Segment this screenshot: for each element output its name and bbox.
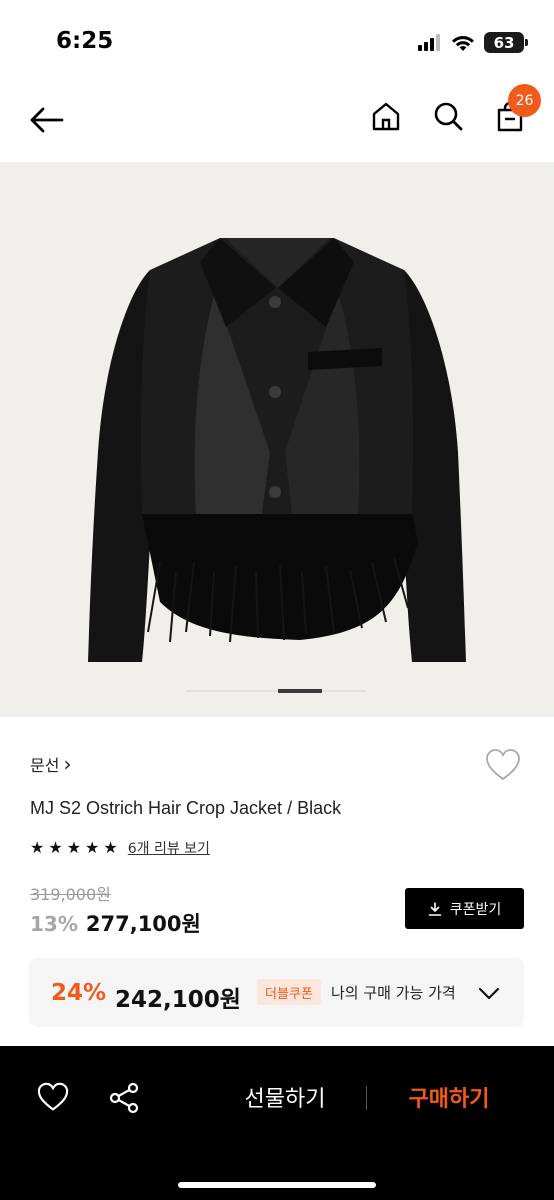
image-pagination-track xyxy=(186,690,366,692)
jacket-image xyxy=(88,238,466,662)
buy-button[interactable]: 구매하기 xyxy=(384,1082,514,1112)
star-icon: ★ xyxy=(103,838,118,857)
star-icon: ★ xyxy=(66,838,82,857)
coupon-button-label: 쿠폰받기 xyxy=(449,901,502,918)
review-link[interactable]: 6개 리뷰 보기 xyxy=(128,838,210,858)
coupon-price: 242,100원 xyxy=(115,987,241,1013)
brand-link[interactable]: 문선 › xyxy=(30,752,71,776)
wifi-icon xyxy=(452,35,474,51)
product-image[interactable] xyxy=(0,162,554,717)
wishlist-button[interactable] xyxy=(484,748,522,786)
signal-icon xyxy=(418,34,440,51)
chevron-down-icon xyxy=(478,987,500,1000)
cart-count-badge: 26 xyxy=(508,84,541,117)
bottom-action-bar: 선물하기 구매하기 xyxy=(0,1046,554,1200)
star-icon: ★ xyxy=(85,838,100,857)
battery-level: 63 xyxy=(493,33,515,52)
status-time: 6:25 xyxy=(56,28,114,54)
price-row: 13% 277,100원 xyxy=(30,908,201,938)
purchase-price-label: 나의 구매 가능 가격 xyxy=(331,984,456,1002)
home-icon xyxy=(372,102,400,131)
chevron-right-icon: › xyxy=(63,752,72,776)
star-icon: ★ xyxy=(30,838,45,857)
star-icon: ★ xyxy=(48,838,63,857)
share-icon xyxy=(109,1082,139,1114)
bottom-wishlist-button[interactable] xyxy=(36,1082,70,1116)
gift-button[interactable]: 선물하기 xyxy=(220,1082,350,1112)
coupon-discount-rate: 24% xyxy=(51,980,107,1006)
home-button[interactable] xyxy=(370,100,402,136)
download-icon xyxy=(428,901,442,916)
brand-name: 문선 xyxy=(30,756,60,775)
heart-icon xyxy=(486,749,520,781)
status-icons: 63 xyxy=(418,32,528,53)
divider xyxy=(366,1086,367,1110)
image-pagination-active xyxy=(278,689,322,693)
coupon-download-button[interactable]: 쿠폰받기 xyxy=(405,888,524,929)
nav-bar xyxy=(0,80,554,162)
double-coupon-badge: 더블쿠폰 xyxy=(257,979,321,1005)
search-button[interactable] xyxy=(432,100,464,136)
share-button[interactable] xyxy=(108,1082,140,1118)
discount-rate: 13% xyxy=(30,912,78,936)
status-bar: 6:25 63 xyxy=(0,0,554,80)
back-button[interactable] xyxy=(28,100,68,140)
arrow-left-icon xyxy=(30,107,64,133)
product-name: MJ S2 Ostrich Hair Crop Jacket / Black xyxy=(30,798,342,818)
home-indicator xyxy=(178,1182,376,1188)
search-icon xyxy=(434,102,463,131)
original-price: 319,000원 xyxy=(30,885,111,904)
sale-price: 277,100원 xyxy=(85,912,201,936)
battery-indicator: 63 xyxy=(484,32,528,53)
rating-row: ★ ★ ★ ★ ★ 6개 리뷰 보기 xyxy=(30,838,210,858)
best-price-box[interactable]: 24% 242,100원 더블쿠폰 나의 구매 가능 가격 xyxy=(29,958,524,1027)
heart-icon xyxy=(37,1082,69,1111)
